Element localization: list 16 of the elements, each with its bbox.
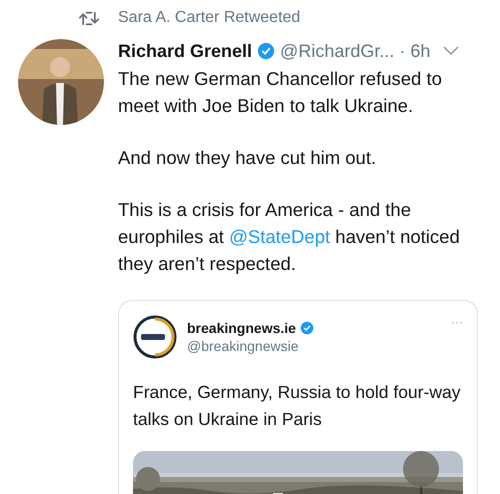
- quoted-author-name: breakingnews.ie: [187, 320, 296, 336]
- logo-icon: [133, 315, 177, 359]
- more-options-icon[interactable]: ···: [451, 315, 463, 329]
- tweet-text: The new German Chancellor refused to meet with Joe Biden to talk Ukraine.: [118, 67, 443, 118]
- retweet-label: Sara A. Carter Retweeted: [118, 9, 300, 27]
- author-handle: @RichardGr...: [280, 40, 394, 62]
- mention-link[interactable]: @StateDept: [229, 226, 330, 247]
- author-name: Richard Grenell: [118, 40, 252, 62]
- tweet-text: This is a crisis for America - and the europhiles at @StateDept haven’t noticed they aren’t respected.: [118, 198, 461, 276]
- timestamp: · 6h: [399, 40, 430, 62]
- chevron-down-icon[interactable]: [443, 46, 460, 56]
- retweet-icon: [79, 10, 99, 26]
- quoted-author-handle: @breakingnewsie: [187, 338, 300, 354]
- tweet-text: And now they have cut him out.: [118, 146, 378, 170]
- quoted-tweet-card[interactable]: breakingnews.ie @breakingnewsie ··· France, Germany, Russia to hold four-way talks on Ukraine in Paris: [118, 300, 478, 494]
- quoted-tweet-text: France, Germany, Russia to hold four-way talks on Ukraine in Paris: [133, 381, 462, 431]
